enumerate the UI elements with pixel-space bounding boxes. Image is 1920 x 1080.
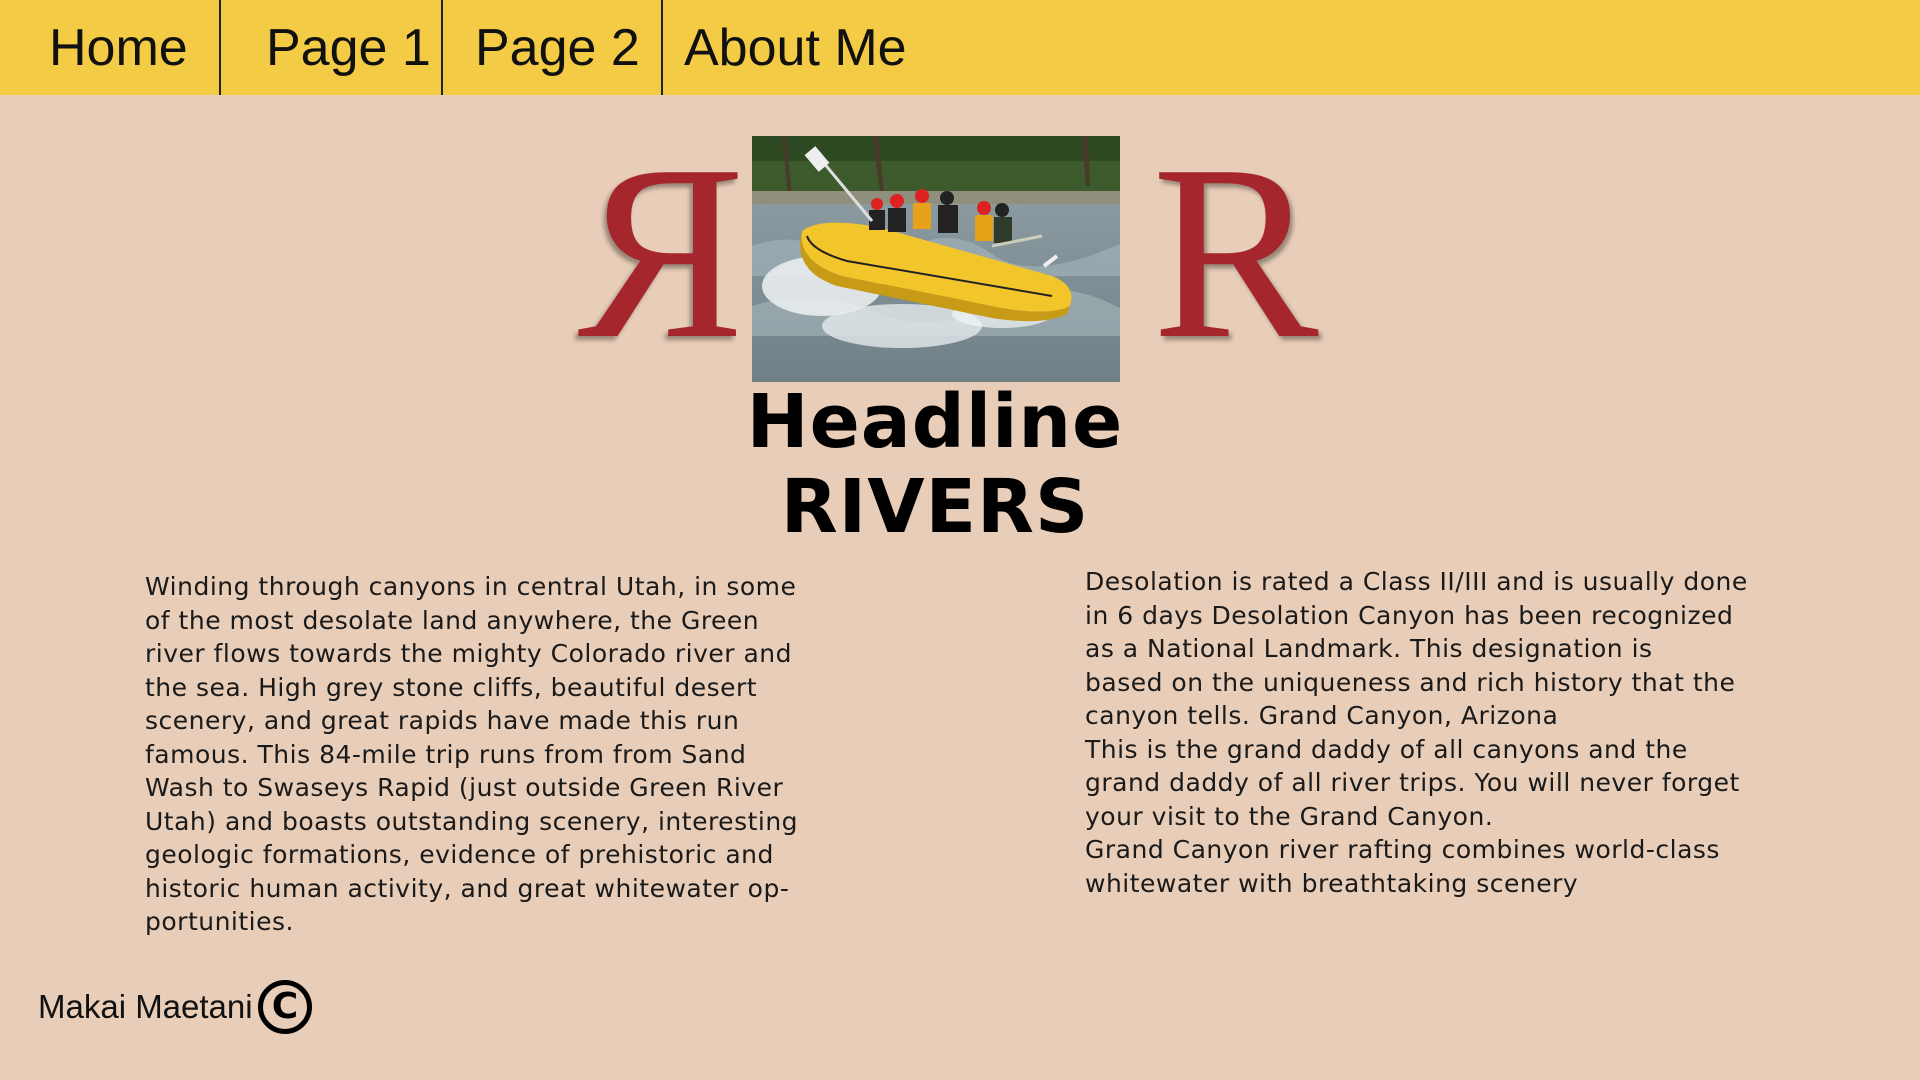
text-line: Grand Canyon river rafting combines worl… xyxy=(1085,835,1720,864)
hero-rafting-image xyxy=(752,136,1120,382)
top-navbar: Home Page 1 Page 2 About Me xyxy=(0,0,1920,95)
text-line: grand daddy of all river trips. You will… xyxy=(1085,768,1740,797)
text-line: This is the grand daddy of all canyons a… xyxy=(1085,734,1688,764)
text-line: based on the uniqueness and rich history… xyxy=(1085,667,1736,697)
nav-page-1-link[interactable]: Page 1 xyxy=(221,0,443,95)
logo-r: R xyxy=(1152,114,1319,391)
text-line: your visit to the Grand Canyon. xyxy=(1085,801,1494,831)
text-line: in 6 days Desolation Canyon has been rec… xyxy=(1085,600,1734,630)
headline-title: Headline xyxy=(746,379,1124,465)
headline-subtitle: RIVERS xyxy=(780,464,1090,550)
author-name: Makai Maetani xyxy=(38,988,253,1025)
nav-about-me-link[interactable]: About Me xyxy=(663,0,907,95)
copyright-icon: C xyxy=(258,980,312,1034)
logo-r-mirrored: R xyxy=(578,114,745,391)
nav-home-link[interactable]: Home xyxy=(0,0,221,95)
left-article-text: Winding through canyons in central Utah,… xyxy=(145,572,799,936)
nav-page-2-link[interactable]: Page 2 xyxy=(443,0,663,95)
right-article-text: Desolation is rated a Class II/III and i… xyxy=(1085,565,1785,900)
text-line: Desolation is rated a Class II/III and i… xyxy=(1085,567,1748,596)
text-line: whitewater with breathtaking scenery xyxy=(1085,868,1579,898)
text-line: canyon tells. Grand Canyon, Arizona xyxy=(1085,701,1559,730)
text-line: as a National Landmark. This designation… xyxy=(1085,634,1653,663)
